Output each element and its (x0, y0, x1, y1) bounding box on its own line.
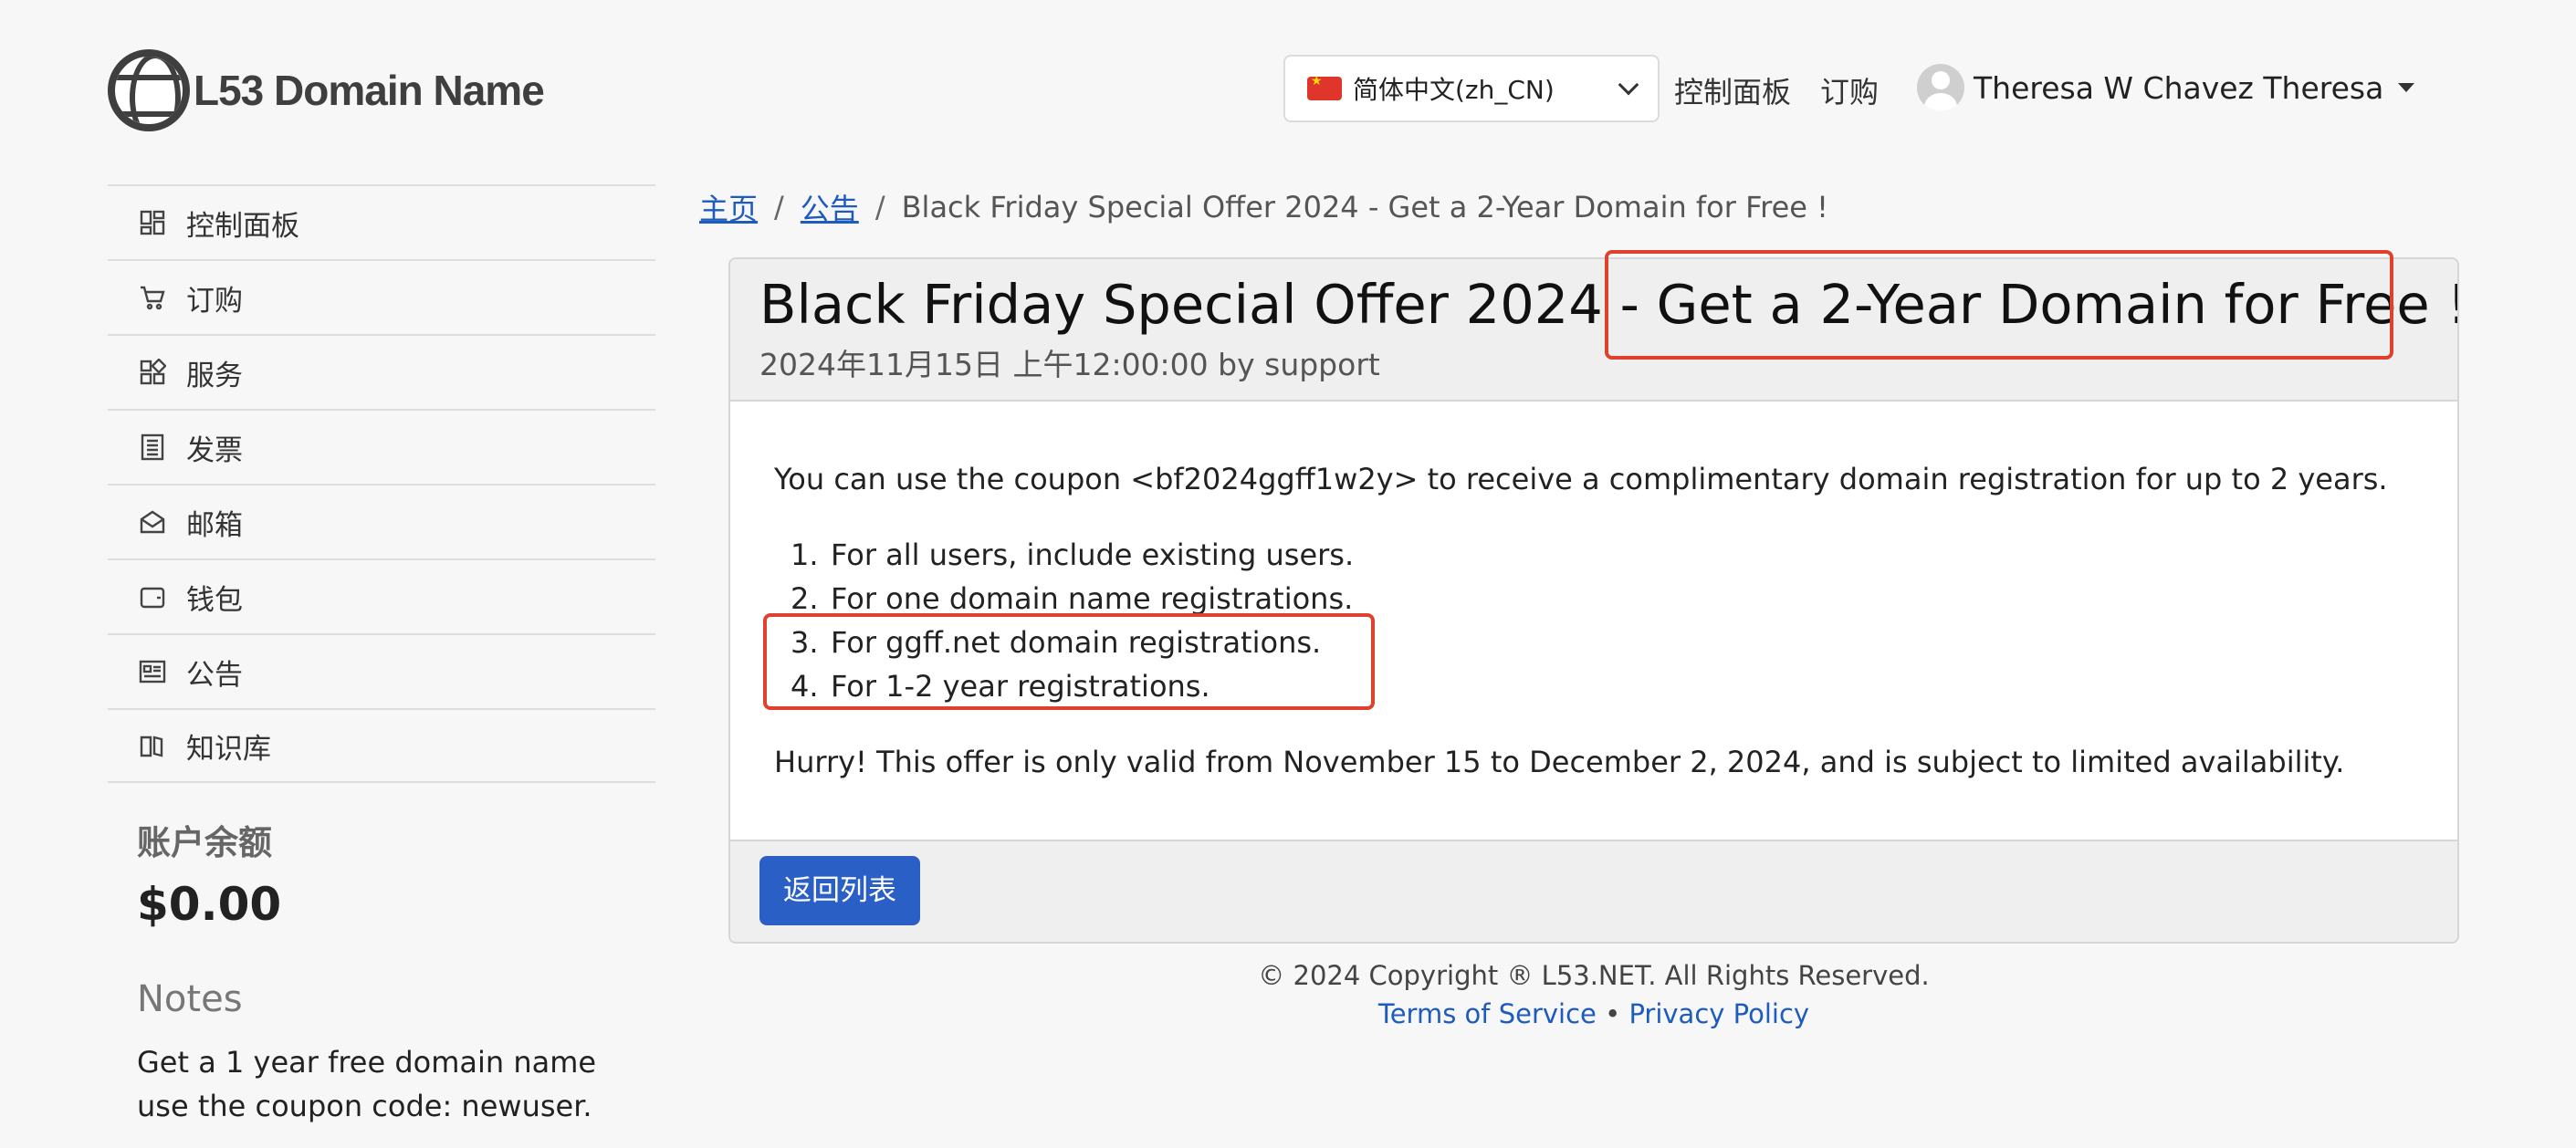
balance-value: $0.00 (137, 878, 282, 931)
sidebar-item-invoices[interactable]: 发票 (108, 409, 655, 484)
article-intro: You can use the coupon <bf2024ggff1w2y> … (774, 462, 2388, 496)
back-to-list-button[interactable]: 返回列表 (759, 856, 920, 925)
user-menu[interactable]: Theresa W Chavez Theresa (1917, 64, 2415, 111)
sidebar-item-label: 公告 (186, 658, 243, 692)
globe-logo-icon (108, 49, 190, 131)
sidebar-item-announcements[interactable]: 公告 (108, 633, 655, 708)
list-number: 1. (791, 537, 819, 572)
conditions-list: 1. For all users, include existing users.… (774, 533, 2457, 708)
sidebar-item-label: 知识库 (186, 732, 271, 766)
breadcrumb-current: Black Friday Special Offer 2024 - Get a … (901, 190, 1828, 224)
breadcrumb-home-link[interactable]: 主页 (699, 186, 758, 228)
dashboard-icon (139, 209, 166, 236)
wallet-icon (139, 583, 166, 611)
cart-icon (139, 284, 166, 311)
knowledgebase-icon (139, 732, 166, 759)
footer-separator: • (1605, 998, 1621, 1029)
sidebar-item-label: 邮箱 (186, 508, 243, 542)
sidebar-item-label: 钱包 (186, 583, 243, 617)
avatar (1917, 64, 1964, 111)
list-text: For one domain name registrations. (831, 581, 1354, 616)
logo-text: L53 Domain Name (194, 67, 545, 114)
china-flag-icon (1307, 74, 1342, 100)
top-nav-order[interactable]: 订购 (1820, 69, 1879, 111)
list-text: For ggff.net domain registrations. (831, 625, 1322, 660)
sidebar-item-label: 服务 (186, 359, 243, 392)
sidebar-nav: 控制面板 订购 服务 发票 邮箱 钱包 公告 知识库 (108, 184, 655, 783)
sidebar-item-mail[interactable]: 邮箱 (108, 484, 655, 558)
list-item: 2. For one domain name registrations. (791, 577, 2457, 621)
list-item: 3. For ggff.net domain registrations. (791, 621, 2457, 664)
list-text: For all users, include existing users. (831, 537, 1355, 572)
user-name: Theresa W Chavez Theresa (1974, 69, 2384, 106)
sidebar-item-order[interactable]: 订购 (108, 259, 655, 334)
announcement-card: Black Friday Special Offer 2024 - Get a … (728, 257, 2459, 944)
list-number: 4. (791, 669, 819, 704)
list-number: 3. (791, 625, 819, 660)
mail-icon (139, 508, 166, 536)
list-number: 2. (791, 581, 819, 616)
top-nav-dashboard[interactable]: 控制面板 (1674, 69, 1791, 111)
notes-title: Notes (137, 978, 243, 1020)
invoice-icon (139, 433, 166, 461)
card-footer: 返回列表 (730, 840, 2457, 942)
sidebar-item-services[interactable]: 服务 (108, 334, 655, 409)
list-item: 1. For all users, include existing users. (791, 533, 2457, 577)
article-body: You can use the coupon <bf2024ggff1w2y> … (730, 402, 2457, 779)
sidebar-item-knowledgebase[interactable]: 知识库 (108, 708, 655, 783)
privacy-policy-link[interactable]: Privacy Policy (1628, 998, 1809, 1029)
sidebar-item-label: 控制面板 (186, 209, 299, 243)
chevron-down-icon (1618, 74, 1639, 96)
sidebar-item-dashboard[interactable]: 控制面板 (108, 184, 655, 259)
terms-of-service-link[interactable]: Terms of Service (1378, 998, 1597, 1029)
breadcrumb-announcements-link[interactable]: 公告 (801, 186, 859, 228)
breadcrumb-separator: / (874, 190, 885, 224)
sidebar-item-wallet[interactable]: 钱包 (108, 558, 655, 633)
notes-text: Get a 1 year free domain name use the co… (137, 1045, 597, 1123)
language-label: 简体中文(zh_CN) (1353, 75, 1555, 105)
breadcrumb-separator: / (774, 190, 784, 224)
caret-down-icon (2398, 83, 2415, 92)
article-outro: Hurry! This offer is only valid from Nov… (774, 745, 2345, 779)
breadcrumb: 主页 / 公告 / Black Friday Special Offer 202… (699, 186, 1828, 228)
list-text: For 1-2 year registrations. (831, 669, 1210, 704)
announcement-icon (139, 658, 166, 685)
footer-links: Terms of Service • Privacy Policy (728, 998, 2459, 1029)
services-icon (139, 359, 166, 386)
card-header: Black Friday Special Offer 2024 - Get a … (730, 259, 2457, 402)
copyright: © 2024 Copyright ® L53.NET. All Rights R… (1258, 960, 1930, 991)
language-select[interactable]: 简体中文(zh_CN) (1283, 55, 1660, 122)
list-item: 4. For 1-2 year registrations. (791, 664, 2457, 708)
sidebar-item-label: 订购 (186, 284, 243, 318)
article-meta: 2024年11月15日 上午12:00:00 by support (759, 346, 1380, 382)
balance-title: 账户余额 (137, 823, 272, 862)
article-title: Black Friday Special Offer 2024 - Get a … (759, 273, 2459, 336)
sidebar-item-label: 发票 (186, 433, 243, 467)
site-logo[interactable]: L53 Domain Name (108, 49, 545, 131)
